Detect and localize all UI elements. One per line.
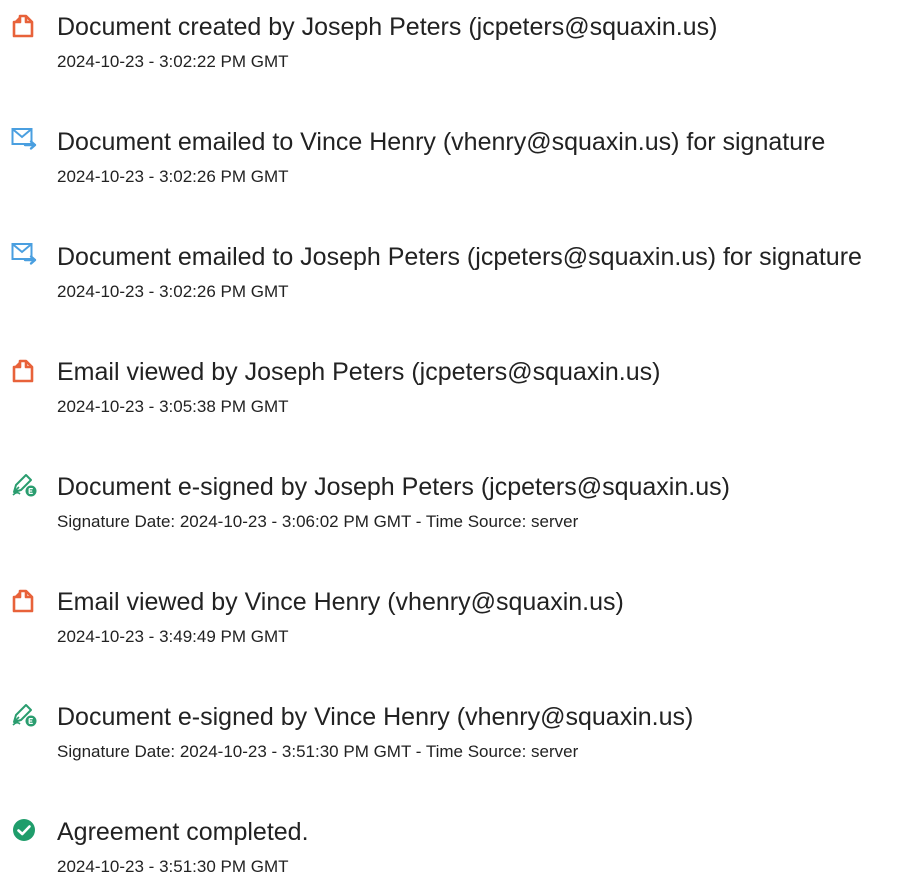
event-title: Document e-signed by Joseph Peters (jcpe… bbox=[57, 473, 730, 501]
email-sent-icon bbox=[11, 241, 37, 267]
event-timestamp: 2024-10-23 - 3:49:49 PM GMT bbox=[57, 627, 289, 646]
event-timestamp: 2024-10-23 - 3:02:26 PM GMT bbox=[57, 167, 289, 186]
event-timestamp: 2024-10-23 - 3:02:22 PM GMT bbox=[57, 52, 289, 71]
e-sign-icon bbox=[11, 701, 37, 727]
document-icon bbox=[11, 13, 37, 39]
document-icon bbox=[11, 358, 37, 384]
email-sent-icon bbox=[11, 126, 37, 152]
event-title: Email viewed by Joseph Peters (jcpeters@… bbox=[57, 358, 661, 386]
event-title: Document emailed to Joseph Peters (jcpet… bbox=[57, 243, 862, 271]
event-timestamp: 2024-10-23 - 3:51:30 PM GMT bbox=[57, 857, 289, 876]
event-timestamp: Signature Date: 2024-10-23 - 3:06:02 PM … bbox=[57, 512, 579, 531]
check-circle-icon bbox=[11, 817, 37, 843]
event-title: Document e-signed by Vince Henry (vhenry… bbox=[57, 703, 694, 731]
document-icon bbox=[11, 588, 37, 614]
event-title: Document created by Joseph Peters (jcpet… bbox=[57, 13, 718, 41]
event-title: Document emailed to Vince Henry (vhenry@… bbox=[57, 128, 826, 156]
event-title: Email viewed by Vince Henry (vhenry@squa… bbox=[57, 588, 624, 616]
e-sign-icon bbox=[11, 471, 37, 497]
event-timestamp: 2024-10-23 - 3:05:38 PM GMT bbox=[57, 397, 289, 416]
event-timestamp: 2024-10-23 - 3:02:26 PM GMT bbox=[57, 282, 289, 301]
event-timestamp: Signature Date: 2024-10-23 - 3:51:30 PM … bbox=[57, 742, 579, 761]
event-title: Agreement completed. bbox=[57, 818, 309, 846]
